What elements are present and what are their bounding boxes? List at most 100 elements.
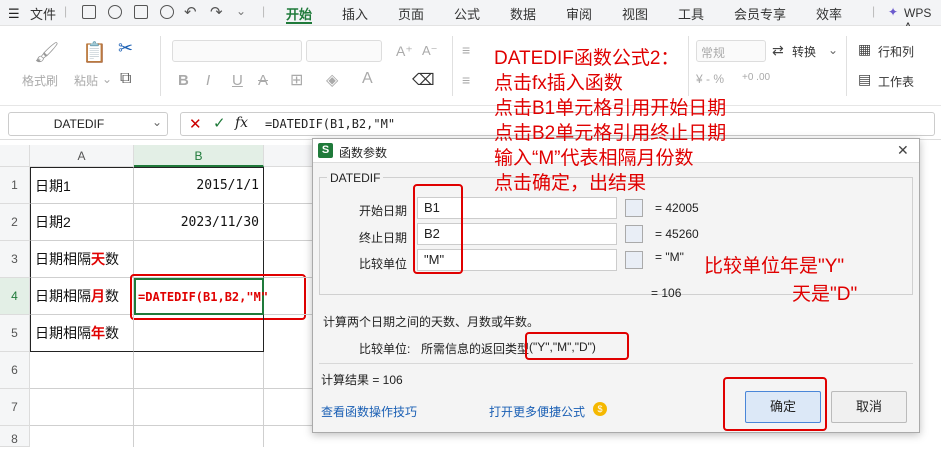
tab-data[interactable]: 数据 [510,4,536,23]
save-icon[interactable] [82,5,96,19]
undo-icon[interactable]: ↶ [184,3,197,21]
annotation-steps: DATEDIF函数公式2： 点击fx插入函数 点击B1单元格引用开始日期 点击B… [494,46,726,196]
row-header-4[interactable]: 4 [0,278,30,315]
tab-tools[interactable]: 工具 [678,4,704,23]
row-header-8[interactable]: 8 [0,426,30,447]
function-tips-link[interactable]: 查看函数操作技巧 [321,403,417,420]
formula-text[interactable]: =DATEDIF(B1,B2,"M" [265,117,395,131]
empty-cells-area[interactable] [30,352,312,447]
format-painter-icon[interactable]: 🖌 [34,40,59,65]
worksheet-icon[interactable]: ▤ [858,71,871,88]
select-all-corner[interactable] [0,145,30,167]
format-painter-label[interactable]: 格式刷 [22,72,58,89]
more-formulas-link[interactable]: 打开更多便捷公式 [489,403,585,420]
convert-button[interactable]: 转换 [792,43,816,60]
tab-formula[interactable]: 公式 [454,4,480,23]
row-header-6[interactable]: 6 [0,352,30,389]
cell-b2[interactable]: 2023/11/30 [134,204,264,241]
bold-icon[interactable]: B [178,72,189,89]
menu-separator: | [64,4,68,18]
column-header-a[interactable]: A [30,145,134,167]
hamburger-icon[interactable]: ☰ [8,6,20,22]
cancel-button[interactable]: 取消 [831,391,907,423]
row-header-5[interactable]: 5 [0,315,30,352]
tab-insert[interactable]: 插入 [342,4,368,23]
tab-page[interactable]: 页面 [398,4,424,23]
tab-efficiency[interactable]: 效率 [816,4,842,23]
annotation-line-2: 点击fx插入函数 [494,73,623,94]
cell-a5-highlight: 年 [91,325,105,341]
font-color-icon[interactable]: A [362,70,373,88]
tab-member[interactable]: 会员专享 [734,4,786,23]
range-select-icon[interactable] [625,251,643,269]
cell-a1-text: 日期1 [35,177,71,194]
rows-cols-icon[interactable]: ▦ [858,41,871,58]
font-size-down-icon[interactable]: A⁻ [422,43,438,59]
chevron-down-icon[interactable]: ⌄ [152,115,162,129]
arg-end-label: 终止日期 [359,231,408,245]
redo-icon[interactable]: ↷ [210,3,223,21]
cell-a2[interactable]: 日期2 [30,204,134,241]
annotation-line-6: 点击确定，出结果 [494,173,647,194]
rows-cols-button[interactable]: 行和列 [878,43,914,60]
highlight-box-ok [723,377,827,431]
range-select-icon[interactable] [625,225,643,243]
export-icon[interactable] [108,5,122,19]
wps-ai-icon[interactable]: ✦ [888,5,898,19]
worksheet-button[interactable]: 工作表 [878,73,914,90]
cell-b3[interactable] [134,241,264,278]
ribbon-separator [452,36,453,96]
underline-icon[interactable]: U [232,72,243,89]
wps-sheet-icon: S [318,143,333,158]
italic-icon[interactable]: I [206,72,210,89]
cancel-edit-icon[interactable]: ✕ [189,115,202,133]
close-icon[interactable]: ✕ [897,142,909,159]
cut-icon[interactable]: ✂ [118,38,133,59]
paste-label[interactable]: 粘贴 [74,72,98,89]
copy-icon[interactable]: ⧉ [120,70,131,88]
cell-b1[interactable]: 2015/1/1 [134,167,264,204]
cell-b2-text: 2023/11/30 [180,214,259,230]
column-header-b[interactable]: B [134,145,264,167]
align-left-icon[interactable]: ≡ [462,72,470,88]
tab-view[interactable]: 视图 [622,4,648,23]
function-name-label: DATEDIF [327,171,384,185]
param-help-label: 比较单位: [359,342,411,356]
row-header-3[interactable]: 3 [0,241,30,278]
cell-a1[interactable]: 日期1 [30,167,134,204]
align-top-icon[interactable]: ≡ [462,42,470,58]
column-header-c[interactable] [264,145,312,167]
font-size-up-icon[interactable]: A⁺ [396,43,413,60]
confirm-edit-icon[interactable]: ✓ [213,114,226,132]
preview-icon[interactable] [160,5,174,19]
tab-review[interactable]: 审阅 [566,4,592,23]
cell-a4-text: 日期相隔 [35,288,91,304]
border-icon[interactable]: ⊞ [290,70,303,90]
paste-icon[interactable]: 📋 [82,40,107,65]
row-header-2[interactable]: 2 [0,204,30,241]
strikethrough-icon[interactable]: A [258,72,268,89]
row-header-7[interactable]: 7 [0,389,30,426]
ribbon-separator [846,36,847,96]
column-c-cells[interactable] [264,167,312,352]
chevron-down-icon[interactable]: ⌄ [236,4,246,18]
cell-b5[interactable] [134,315,264,352]
font-family-dropdown[interactable] [172,40,302,62]
name-box[interactable]: DATEDIF ⌄ [8,112,168,136]
insert-function-icon[interactable]: fx [235,115,248,131]
font-size-dropdown[interactable] [306,40,382,62]
cell-a5[interactable]: 日期相隔年数 [30,315,134,352]
print-icon[interactable] [134,5,148,19]
convert-icon[interactable]: ⇄ [772,42,784,59]
decimal-icon[interactable]: +0 .00 [742,72,770,83]
range-select-icon[interactable] [625,199,643,217]
menu-file[interactable]: 文件 [30,4,56,23]
eraser-icon[interactable]: ⌫ [412,70,435,90]
tab-start[interactable]: 开始 [286,4,312,23]
row-header-1[interactable]: 1 [0,167,30,204]
fill-color-icon[interactable]: ◈ [326,70,338,90]
cell-a3[interactable]: 日期相隔天数 [30,241,134,278]
chevron-down-icon[interactable]: ⌄ [828,43,838,57]
chevron-down-icon[interactable]: ⌄ [102,72,112,86]
cell-a4[interactable]: 日期相隔月数 [30,278,134,315]
